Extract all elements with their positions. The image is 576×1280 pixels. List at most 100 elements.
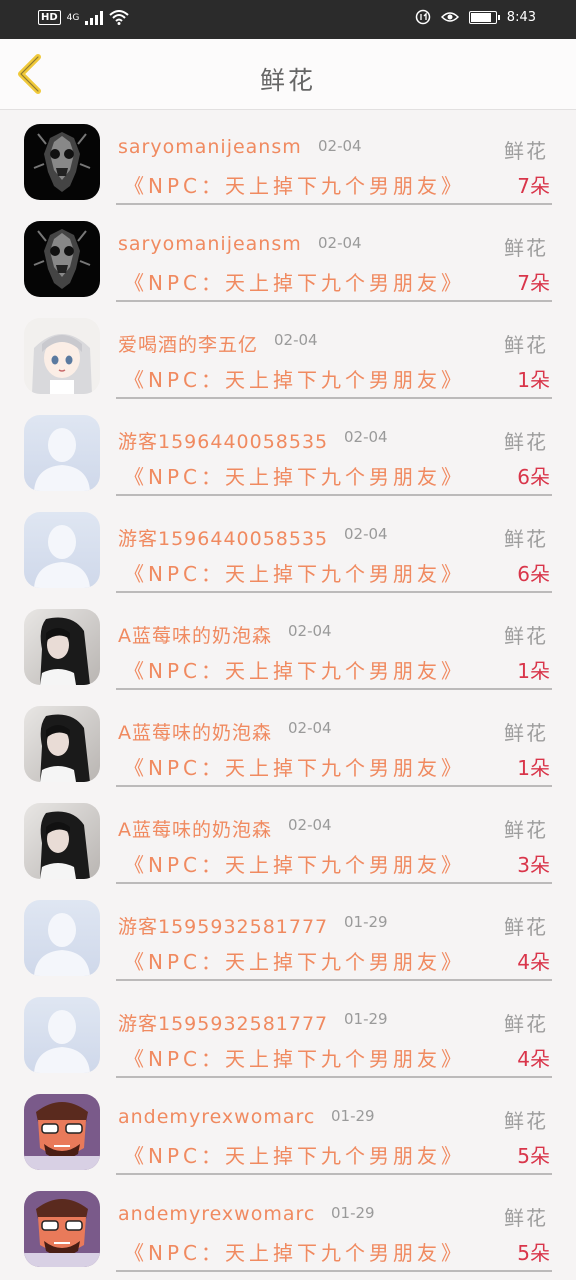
- gift-type: 鲜花: [504, 527, 548, 551]
- gift-date: 02-04: [274, 331, 318, 349]
- gift-row[interactable]: A蓝莓味的奶泡森 02-04 鲜花《NPC：天上掉下九个男朋友》 3朵: [0, 789, 576, 886]
- username[interactable]: andemyrexwomarc: [118, 1106, 315, 1128]
- default-user-avatar[interactable]: [24, 415, 100, 491]
- status-right: 8:43: [415, 9, 536, 25]
- gift-row[interactable]: 游客1596440058535 02-04 鲜花 《NPC：天上掉下九个男朋友》 6朵: [0, 401, 576, 498]
- book-title-link[interactable]: 《NPC：天上掉下九个男朋友》: [124, 849, 465, 878]
- gift-type: 鲜花: [504, 1109, 548, 1133]
- gift-row[interactable]: 游客1596440058535 02-04 鲜花《NPC：天上掉下九个男朋友》 6朵: [0, 498, 576, 595]
- gift-count: 5朵: [517, 1144, 550, 1168]
- default-user-avatar[interactable]: [24, 997, 100, 1073]
- gift-row[interactable]: saryomanijeansm 02-04 鲜花《NPC：天上掉下九个男朋友》 7朵: [0, 207, 576, 304]
- book-title-link[interactable]: 《NPC：天上掉下九个男朋友》: [124, 655, 465, 684]
- status-left: HD 4G: [38, 10, 130, 25]
- username[interactable]: saryomanijeansm: [118, 136, 302, 158]
- book-title-link[interactable]: 《NPC：天上掉下九个男朋友》: [124, 946, 465, 975]
- photo-girl-avatar[interactable]: [24, 706, 100, 782]
- gift-date: 01-29: [344, 1010, 388, 1028]
- gift-count: 1朵: [517, 659, 550, 683]
- gift-type: 鲜花: [504, 333, 548, 357]
- row-divider: [116, 1270, 552, 1272]
- row-divider: [116, 397, 552, 399]
- data-saver-icon: [415, 9, 431, 25]
- page-title: 鲜花: [259, 66, 316, 95]
- gift-date: 01-29: [331, 1204, 375, 1222]
- gift-count: 1朵: [517, 368, 550, 392]
- username[interactable]: A蓝莓味的奶泡森: [118, 815, 272, 842]
- battery-level: [470, 12, 492, 22]
- username[interactable]: 爱喝酒的李五亿: [118, 330, 258, 357]
- cartoon-man-avatar[interactable]: [24, 1191, 100, 1267]
- cartoon-man-avatar[interactable]: [24, 1094, 100, 1170]
- gift-type: 鲜花: [504, 236, 548, 260]
- default-user-avatar[interactable]: [24, 512, 100, 588]
- signal-icon: [85, 10, 104, 25]
- gift-row[interactable]: andemyrexwomarc 01-29 鲜花 《NPC：天上掉下九个男朋友》 5朵: [0, 1177, 576, 1274]
- gift-row[interactable]: saryomanijeansm 02-04 鲜花《NPC：天上掉下九个男朋友》 7朵: [0, 110, 576, 207]
- gift-count: 7朵: [517, 174, 550, 198]
- gift-row[interactable]: 游客1595932581777 01-29 鲜花 《NPC：天上掉下九个男朋友》 4朵: [0, 886, 576, 983]
- gift-date: 02-04: [344, 525, 388, 543]
- gift-list: saryomanijeansm 02-04 鲜花 《NPC：天上掉下九个男朋友》 7朵 s…: [0, 110, 576, 1274]
- row-divider: [116, 494, 552, 496]
- username[interactable]: A蓝莓味的奶泡森: [118, 718, 272, 745]
- book-title-link[interactable]: 《NPC：天上掉下九个男朋友》: [124, 1140, 465, 1169]
- book-title-link[interactable]: 《NPC：天上掉下九个男朋友》: [124, 558, 465, 587]
- username[interactable]: saryomanijeansm: [118, 233, 302, 255]
- gift-type: 鲜花: [504, 139, 548, 163]
- gift-type: 鲜花: [504, 1012, 548, 1036]
- gift-count: 6朵: [517, 562, 550, 586]
- gift-row[interactable]: A蓝莓味的奶泡森 02-04 鲜花 《NPC：天上掉下九个男朋友》 1朵: [0, 692, 576, 789]
- username[interactable]: 游客1596440058535: [118, 427, 328, 454]
- gift-count: 3朵: [517, 853, 550, 877]
- gift-row[interactable]: 爱喝酒的李五亿 02-04 鲜花《NPC：天上掉下九个男朋友》 1朵: [0, 304, 576, 401]
- gift-count: 7朵: [517, 271, 550, 295]
- row-divider: [116, 1076, 552, 1078]
- gift-row[interactable]: 游客1595932581777 01-29 鲜花《NPC：天上掉下九个男朋友》 4朵: [0, 983, 576, 1080]
- gift-date: 01-29: [331, 1107, 375, 1125]
- row-divider: [116, 785, 552, 787]
- skull-avatar[interactable]: [24, 221, 100, 297]
- anime-girl-avatar[interactable]: [24, 318, 100, 394]
- book-title-link[interactable]: 《NPC：天上掉下九个男朋友》: [124, 170, 465, 199]
- gift-count: 4朵: [517, 1047, 550, 1071]
- default-user-avatar[interactable]: [24, 900, 100, 976]
- row-divider: [116, 1173, 552, 1175]
- photo-girl-avatar[interactable]: [24, 609, 100, 685]
- gift-type: 鲜花: [504, 818, 548, 842]
- photo-girl-avatar[interactable]: [24, 803, 100, 879]
- network-label: 4G: [66, 12, 80, 23]
- username[interactable]: 游客1595932581777: [118, 1009, 328, 1036]
- row-divider: [116, 688, 552, 690]
- gift-date: 02-04: [318, 234, 362, 252]
- gift-date: 02-04: [318, 137, 362, 155]
- skull-avatar[interactable]: [24, 124, 100, 200]
- username[interactable]: 游客1595932581777: [118, 912, 328, 939]
- battery-icon: [468, 10, 500, 24]
- hd-badge: HD: [38, 10, 61, 25]
- gift-date: 02-04: [288, 816, 332, 834]
- gift-date: 02-04: [288, 719, 332, 737]
- username[interactable]: andemyrexwomarc: [118, 1203, 315, 1225]
- book-title-link[interactable]: 《NPC：天上掉下九个男朋友》: [124, 1043, 465, 1072]
- book-title-link[interactable]: 《NPC：天上掉下九个男朋友》: [124, 364, 465, 393]
- book-title-link[interactable]: 《NPC：天上掉下九个男朋友》: [124, 752, 465, 781]
- gift-count: 1朵: [517, 756, 550, 780]
- gift-type: 鲜花: [504, 1206, 548, 1230]
- gift-date: 01-29: [344, 913, 388, 931]
- gift-type: 鲜花: [504, 624, 548, 648]
- book-title-link[interactable]: 《NPC：天上掉下九个男朋友》: [124, 461, 465, 490]
- username[interactable]: 游客1596440058535: [118, 524, 328, 551]
- gift-row[interactable]: A蓝莓味的奶泡森 02-04 鲜花 《NPC：天上掉下九个男朋友》 1朵: [0, 595, 576, 692]
- gift-type: 鲜花: [504, 915, 548, 939]
- row-divider: [116, 979, 552, 981]
- gift-row[interactable]: andemyrexwomarc 01-29 鲜花《NPC：天上掉下九个男朋友》 5朵: [0, 1080, 576, 1177]
- wifi-icon: [109, 10, 130, 25]
- gift-type: 鲜花: [504, 430, 548, 454]
- row-divider: [116, 591, 552, 593]
- book-title-link[interactable]: 《NPC：天上掉下九个男朋友》: [124, 1237, 465, 1266]
- status-bar: HD 4G 8:43: [0, 0, 576, 39]
- username[interactable]: A蓝莓味的奶泡森: [118, 621, 272, 648]
- gift-count: 6朵: [517, 465, 550, 489]
- book-title-link[interactable]: 《NPC：天上掉下九个男朋友》: [124, 267, 465, 296]
